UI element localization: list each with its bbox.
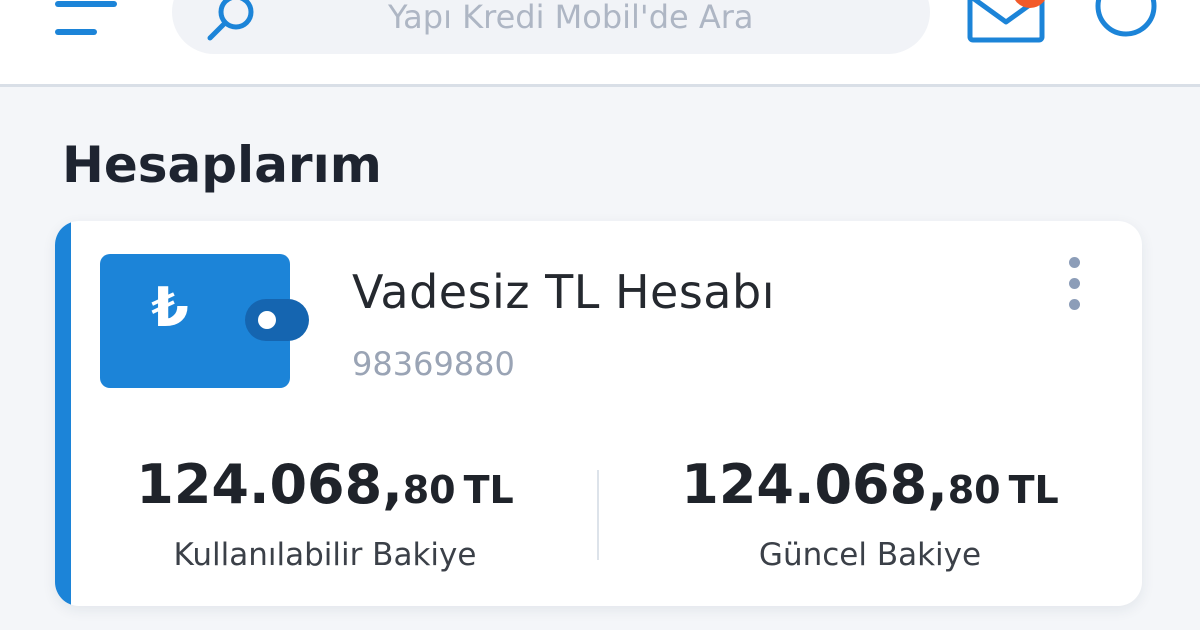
available-balance-integer: 124.068, [136,453,403,516]
current-balance-currency: TL [1008,468,1059,512]
balance-divider [597,470,599,560]
search-bar[interactable]: Yapı Kredi Mobil'de Ara [172,0,930,54]
kebab-menu-dot [1068,299,1080,310]
search-placeholder: Yapı Kredi Mobil'de Ara [388,0,754,36]
current-balance-integer: 124.068, [681,453,948,516]
top-bar: Yapı Kredi Mobil'de Ara [0,0,1200,87]
profile-button[interactable] [1090,0,1164,44]
account-card[interactable]: ₺ Vadesiz TL Hesabı 98369880 124.068,80 T… [55,221,1142,606]
available-balance: 124.068,80 TL [85,453,565,516]
kebab-menu-dot [1068,278,1080,289]
card-accent-bar [55,221,71,606]
current-balance: 124.068,80 TL [630,453,1110,516]
more-options-button[interactable] [1060,257,1088,321]
available-balance-currency: TL [463,468,514,512]
current-balance-label: Güncel Bakiye [758,537,982,573]
menu-icon [55,1,117,35]
search-icon [207,0,254,41]
menu-button[interactable] [52,0,122,44]
messages-button[interactable] [962,0,1050,48]
current-balance-decimal: 80 [947,468,1001,512]
kebab-menu-icon [1068,257,1080,268]
account-name: Vadesiz TL Hesabı [352,265,775,319]
mail-icon [967,0,1045,43]
wallet-lira-icon [100,254,309,388]
account-number: 98369880 [352,345,515,383]
section-title: Hesaplarım [62,136,382,194]
available-balance-decimal: 80 [402,468,456,512]
profile-icon [1095,0,1157,37]
currency-symbol: ₺ [151,276,189,339]
available-balance-label: Kullanılabilir Bakiye [173,537,477,573]
